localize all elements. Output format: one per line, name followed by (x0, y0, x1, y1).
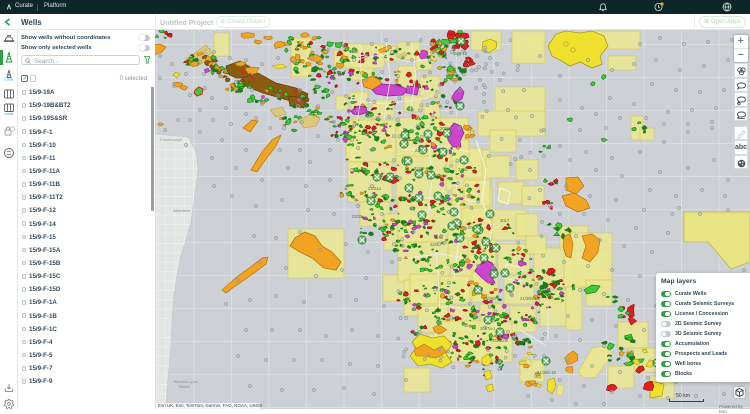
svg-text:22/25: 22/25 (352, 214, 363, 219)
svg-text:22/27-8: 22/27-8 (414, 166, 429, 171)
svg-text:21/26b-15: 21/26b-15 (537, 370, 557, 375)
svg-text:3523b-B: 3523b-B (492, 338, 508, 343)
svg-text:22/21a: 22/21a (368, 186, 381, 191)
svg-text:Aberdeen: Aberdeen (173, 208, 190, 213)
svg-text:Fraserburgh: Fraserburgh (160, 137, 182, 142)
svg-text:15/9-19: 15/9-19 (453, 51, 468, 56)
svg-text:curate: curate (4, 112, 14, 115)
svg-text:2265: 2265 (458, 167, 468, 172)
svg-text:2061-1: 2061-1 (468, 225, 482, 230)
svg-text:22/2: 22/2 (430, 242, 439, 247)
svg-text:3017a-1: 3017a-1 (480, 326, 496, 331)
svg-text:Tweed: Tweed (178, 384, 190, 389)
svg-text:curate: curate (4, 78, 14, 82)
svg-text:21/20b-1S: 21/20b-1S (520, 296, 540, 301)
svg-text:22/6: 22/6 (415, 148, 424, 153)
svg-text:3017: 3017 (500, 218, 510, 223)
svg-text:2065: 2065 (440, 126, 450, 131)
svg-text:29/28b: 29/28b (483, 296, 496, 301)
